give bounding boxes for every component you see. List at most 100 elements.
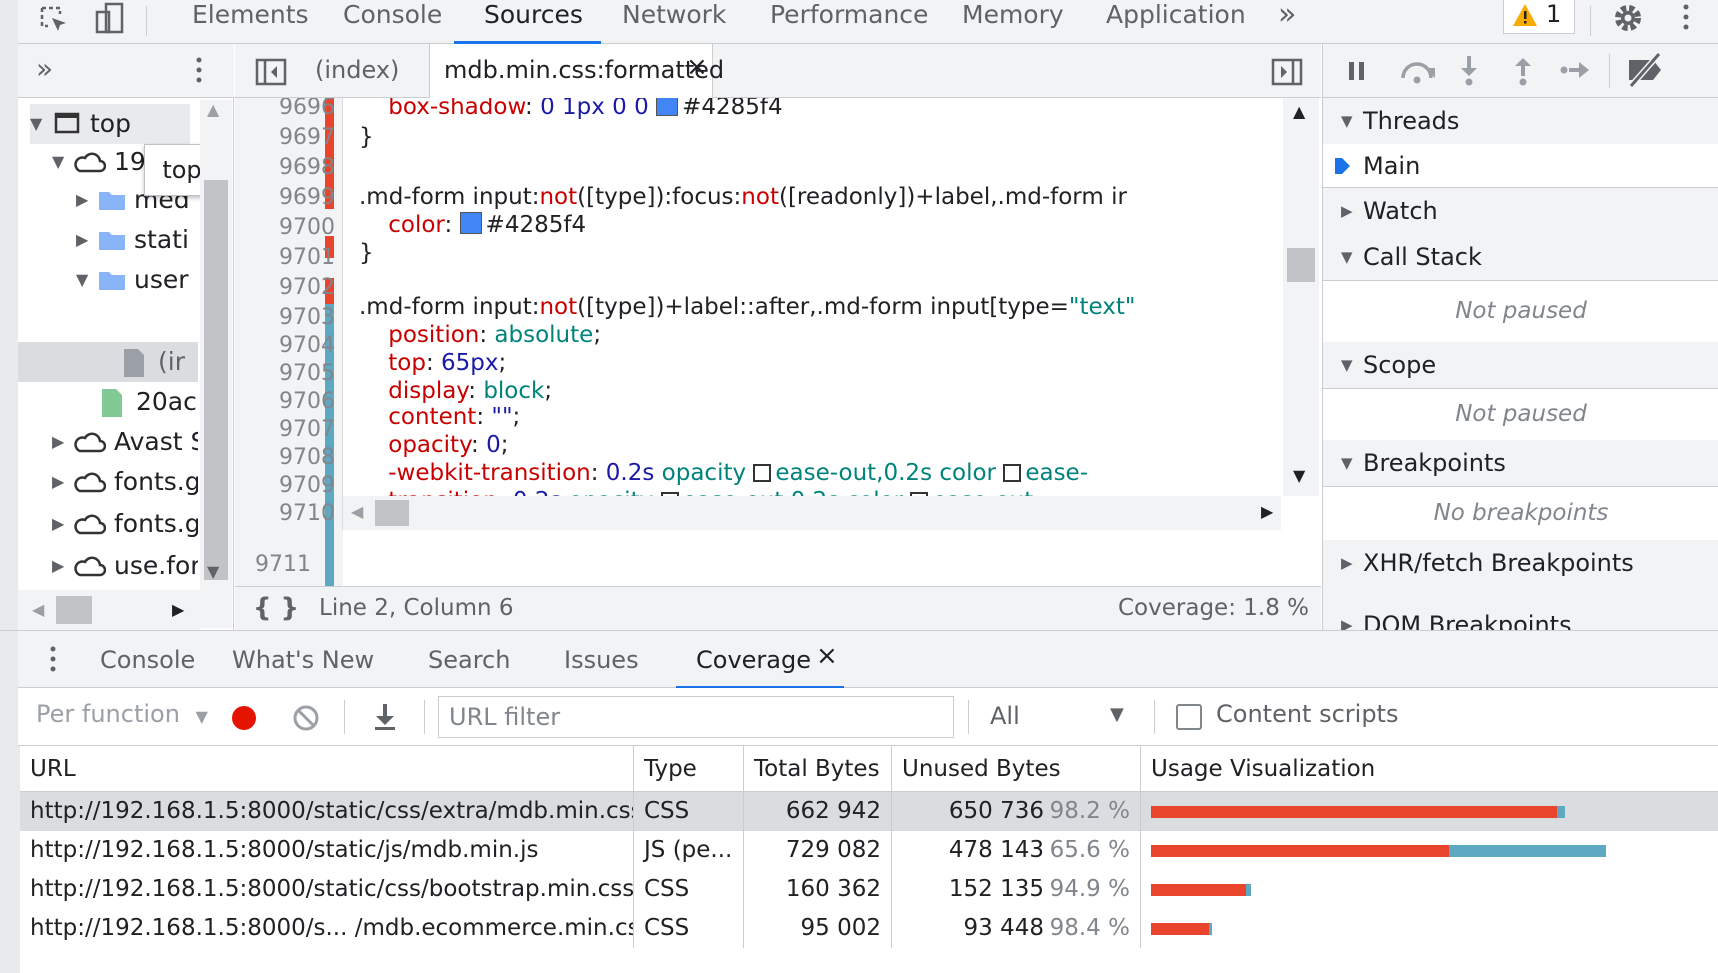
window-edge [0, 688, 18, 746]
scrollbar-thumb[interactable] [1287, 248, 1315, 282]
navigator-menu-icon[interactable] [194, 56, 204, 86]
section-dom-breakpoints[interactable]: ▶ DOM Breakpoints [1323, 586, 1718, 631]
tab-performance[interactable]: Performance [770, 0, 928, 44]
device-toolbar-icon[interactable] [94, 2, 126, 36]
scroll-left-icon[interactable]: ◀ [32, 600, 44, 619]
scroll-up-icon[interactable]: ▲ [207, 100, 219, 119]
section-threads[interactable]: ▼ Threads [1323, 98, 1718, 145]
scrollbar-thumb[interactable] [204, 180, 228, 580]
tab-memory[interactable]: Memory [962, 0, 1064, 44]
step-out-icon[interactable] [1513, 54, 1533, 86]
navigator-scrollbar[interactable]: ▲ [200, 100, 232, 628]
column-header-type[interactable]: Type [634, 746, 744, 792]
section-call-stack[interactable]: ▼ Call Stack [1323, 234, 1718, 281]
triangle-right-icon: ▶ [1341, 202, 1353, 220]
more-tabs-icon[interactable]: » [1278, 0, 1296, 44]
tab-network[interactable]: Network [622, 0, 726, 44]
kebab-menu-icon[interactable] [1680, 2, 1692, 34]
record-icon[interactable] [230, 704, 258, 732]
color-swatch[interactable] [656, 98, 679, 116]
css-value: absolute [494, 322, 594, 348]
column-header-unused-bytes[interactable]: Unused Bytes [892, 746, 1141, 792]
drawer-tab-label: Coverage [696, 646, 811, 674]
scroll-up-icon[interactable]: ▲ [1293, 102, 1305, 121]
scrollbar-thumb[interactable] [56, 596, 92, 624]
toggle-navigator-icon[interactable] [255, 58, 287, 86]
scrollbar-thumb[interactable] [375, 500, 409, 526]
tab-application[interactable]: Application [1106, 0, 1246, 44]
code-area[interactable]: 9696 9697 9698 9699 9700 9701 9702 9703 9704 9705… [235, 98, 1321, 586]
close-tab-icon[interactable]: × [686, 52, 708, 82]
css-keyword: not [741, 184, 779, 210]
tab-sources[interactable]: Sources [454, 0, 601, 44]
content-scripts-label: Content scripts [1216, 700, 1399, 728]
editor-vscroll[interactable]: ▲ ▼ [1283, 98, 1319, 496]
step-into-icon[interactable] [1459, 54, 1479, 86]
scroll-down-icon[interactable]: ▼ [207, 562, 219, 581]
url-filter-input[interactable]: URL filter [438, 696, 954, 738]
export-download-icon[interactable] [372, 702, 398, 732]
css-value: 65px [441, 350, 499, 376]
chevron-down-icon: ▼ [1110, 704, 1124, 725]
close-drawer-tab-icon[interactable]: × [816, 627, 838, 685]
pause-icon[interactable] [1347, 60, 1367, 82]
tab-elements[interactable]: Elements [192, 0, 309, 44]
column-header-usage-visualization[interactable]: Usage Visualization [1141, 746, 1718, 792]
toggle-debugger-icon[interactable] [1271, 58, 1303, 86]
navigator-hscroll[interactable]: ◀ ▶ [18, 590, 200, 630]
scroll-right-icon[interactable]: ▶ [172, 600, 184, 619]
content-scripts-checkbox[interactable] [1176, 704, 1202, 730]
step-over-icon[interactable] [1397, 56, 1437, 84]
color-swatch[interactable] [459, 212, 482, 234]
drawer-tab-coverage[interactable]: Coverage × [676, 631, 844, 689]
coverage-row[interactable]: http://192.168.1.5:8000/s... /mdb.ecomme… [20, 909, 1718, 948]
tab-console[interactable]: Console [343, 0, 442, 44]
separator [968, 700, 969, 734]
scroll-down-icon[interactable]: ▼ [1293, 466, 1305, 485]
section-xhr-breakpoints[interactable]: ▶ XHR/fetch Breakpoints [1323, 540, 1718, 587]
unused-bar [1151, 845, 1450, 857]
clear-icon[interactable] [292, 704, 320, 732]
coverage-row[interactable]: http://192.168.1.5:8000/static/css/boots… [20, 870, 1718, 909]
drawer-tab-whats-new[interactable]: What's New [232, 631, 374, 689]
column-header-url[interactable]: URL [20, 746, 634, 792]
thread-main[interactable]: Main [1323, 144, 1718, 188]
easing-swatch-icon[interactable] [1003, 464, 1022, 482]
separator [1590, 6, 1591, 36]
css-property: top [388, 350, 426, 376]
coverage-row[interactable]: http://192.168.1.5:8000/static/css/extra… [20, 792, 1718, 831]
navigator-more-icon[interactable]: » [36, 52, 53, 85]
drawer-tab-issues[interactable]: Issues [564, 631, 639, 689]
section-label: Scope [1363, 351, 1437, 379]
section-scope[interactable]: ▼ Scope [1323, 342, 1718, 389]
editor-hscroll[interactable]: ◀ ▶ [343, 496, 1281, 530]
tooltip-text: top [162, 156, 202, 184]
inspect-element-icon[interactable] [38, 4, 70, 36]
scroll-left-icon[interactable]: ◀ [351, 502, 363, 521]
coverage-row[interactable]: http://192.168.1.5:8000/static/js/mdb.mi… [20, 831, 1718, 870]
easing-swatch-icon[interactable] [753, 464, 772, 482]
drawer-tab-search[interactable]: Search [428, 631, 510, 689]
warnings-badge[interactable]: 1 [1503, 0, 1575, 34]
drawer-tab-console[interactable]: Console [100, 631, 195, 689]
pretty-print-icon[interactable]: { } [253, 593, 299, 623]
deactivate-breakpoints-icon[interactable] [1625, 52, 1665, 90]
cloud-icon [74, 472, 106, 493]
coverage-table: URL Type Total Bytes Unused Bytes Usage … [20, 746, 1718, 973]
file-navigator: » ▼ top ▼ 19 ▶ med ▶ stati ▼ user (ir 20… [0, 44, 234, 630]
coverage-mode-select[interactable]: Per function ▼ [36, 700, 208, 728]
settings-gear-icon[interactable] [1612, 2, 1644, 34]
section-watch[interactable]: ▶ Watch [1323, 188, 1718, 235]
coverage-status[interactable]: Coverage: 1.8 % [1118, 595, 1309, 621]
triangle-down-icon: ▼ [1341, 356, 1353, 374]
scroll-right-icon[interactable]: ▶ [1261, 502, 1273, 521]
column-header-total-bytes[interactable]: Total Bytes [744, 746, 892, 792]
step-icon[interactable] [1559, 58, 1593, 82]
section-breakpoints[interactable]: ▼ Breakpoints [1323, 440, 1718, 487]
tree-label: fonts.g [114, 467, 198, 496]
type-filter-select[interactable]: All ▼ [990, 696, 1130, 738]
css-selector: .md-form input: [359, 294, 540, 320]
drawer-menu-icon[interactable] [48, 645, 58, 675]
tab-index[interactable]: (index) [315, 56, 399, 84]
tab-mdb-min-css-formatted[interactable]: mdb.min.css:formatted × [429, 44, 724, 98]
